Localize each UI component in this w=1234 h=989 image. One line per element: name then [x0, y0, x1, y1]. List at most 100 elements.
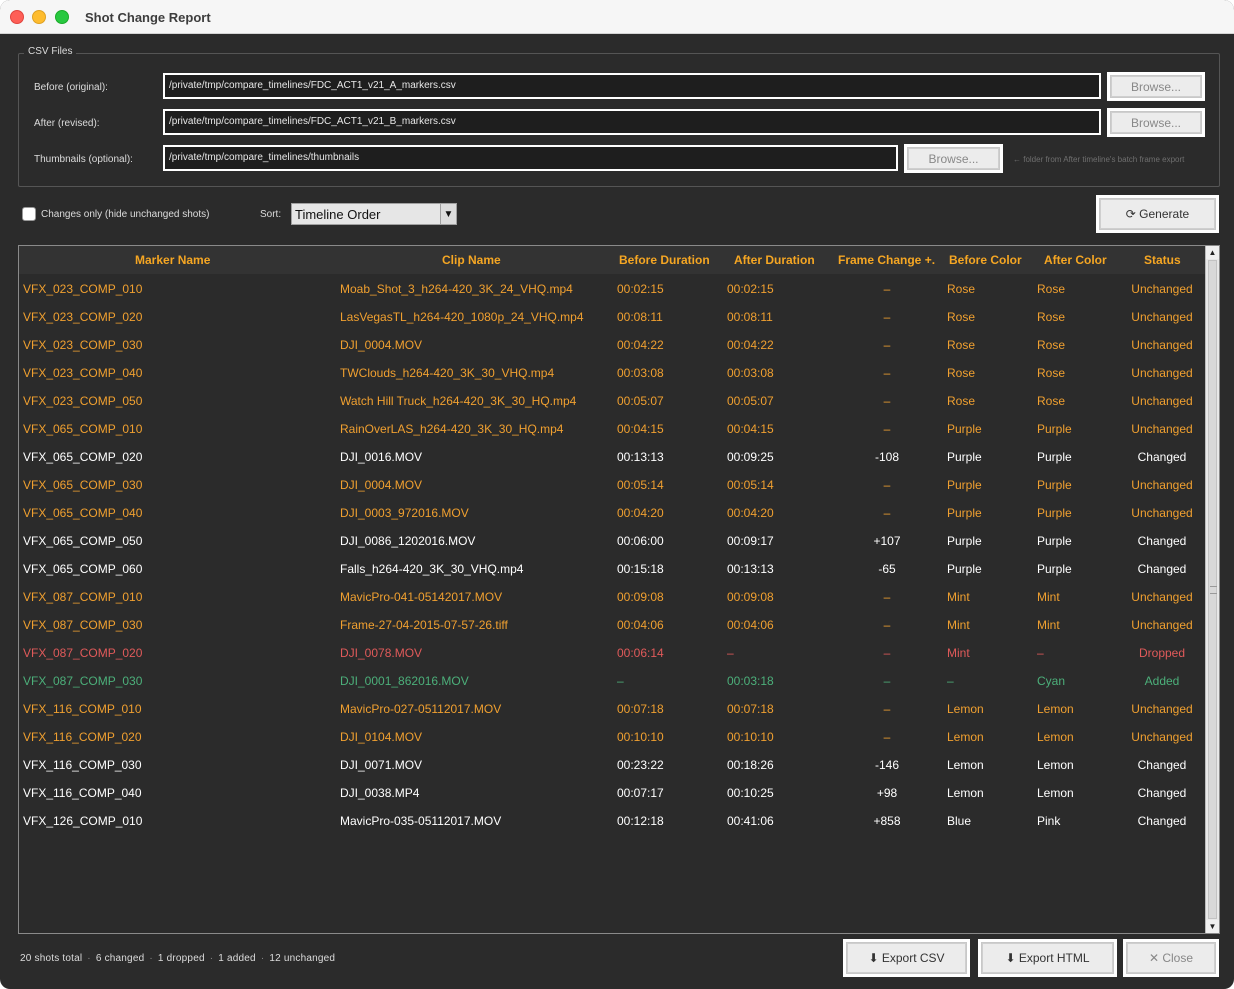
cell-status: Unchanged — [1131, 730, 1193, 744]
cell-marker-name: VFX_087_COMP_030 — [23, 618, 143, 632]
cell-before-color: Blue — [947, 814, 972, 828]
table-row[interactable]: VFX_087_COMP_020 DJI_0078.MOV 00:06:14 – – Mi… — [19, 638, 1205, 666]
window-maximize-icon[interactable] — [55, 10, 69, 24]
cell-clip-name: DJI_0003_972016.MOV — [340, 506, 469, 520]
vertical-scrollbar[interactable]: ▲ ▼ — [1205, 246, 1219, 933]
table-row[interactable]: VFX_087_COMP_010 MavicPro-041-05142017.MO… — [19, 582, 1205, 610]
thumbnails-hint: ← folder from After timeline's batch fra… — [1013, 155, 1185, 164]
header-frame-change[interactable]: Frame Change +. — [838, 253, 935, 267]
cell-marker-name: VFX_065_COMP_020 — [23, 450, 143, 464]
table-row[interactable]: VFX_116_COMP_010 MavicPro-027-05112017.MO… — [19, 694, 1205, 722]
cell-before-color: Purple — [947, 562, 982, 576]
cell-frame-change: -108 — [874, 450, 900, 464]
summary-separator: · — [260, 953, 265, 964]
cell-marker-name: VFX_065_COMP_010 — [23, 422, 143, 436]
cell-before-duration: 00:12:18 — [617, 814, 664, 828]
after-label: After (revised): — [34, 118, 100, 129]
cell-after-duration: – — [727, 646, 734, 660]
header-before-duration[interactable]: Before Duration — [619, 253, 710, 267]
generate-button[interactable]: ⟳ Generate — [1096, 195, 1219, 233]
table-row[interactable]: VFX_087_COMP_030 Frame-27-04-2015-07-57-2… — [19, 610, 1205, 638]
table-row[interactable]: VFX_023_COMP_040 TWClouds_h264-420_3K_30_… — [19, 358, 1205, 386]
cell-marker-name: VFX_023_COMP_010 — [23, 282, 143, 296]
cell-after-color: Purple — [1037, 506, 1072, 520]
scroll-down-icon[interactable]: ▼ — [1206, 920, 1219, 933]
table-row[interactable]: VFX_065_COMP_040 DJI_0003_972016.MOV 00:04… — [19, 498, 1205, 526]
header-status[interactable]: Status — [1144, 253, 1181, 267]
table-row[interactable]: VFX_065_COMP_030 DJI_0004.MOV 00:05:14 00:0… — [19, 470, 1205, 498]
sort-select[interactable]: Timeline Order ▼ — [291, 203, 457, 225]
cell-after-duration: 00:13:13 — [727, 562, 774, 576]
scroll-up-icon[interactable]: ▲ — [1206, 246, 1219, 259]
window-minimize-icon[interactable] — [32, 10, 46, 24]
cell-clip-name: DJI_0104.MOV — [340, 730, 423, 744]
cell-status: Unchanged — [1131, 590, 1193, 604]
cell-marker-name: VFX_126_COMP_010 — [23, 814, 143, 828]
scroll-grip[interactable] — [1210, 586, 1217, 594]
table-row[interactable]: VFX_126_COMP_010 MavicPro-035-05112017.MO… — [19, 806, 1205, 834]
table-row[interactable]: VFX_065_COMP_020 DJI_0016.MOV 00:13:13 00:0… — [19, 442, 1205, 470]
changes-only-checkbox[interactable] — [22, 207, 36, 221]
cell-clip-name: DJI_0078.MOV — [340, 646, 423, 660]
cell-status: Unchanged — [1131, 394, 1193, 408]
cell-status: Changed — [1137, 534, 1187, 548]
table-row[interactable]: VFX_116_COMP_040 DJI_0038.MP4 00:07:17 00:1… — [19, 778, 1205, 806]
table-row[interactable]: VFX_116_COMP_030 DJI_0071.MOV 00:23:22 00:1… — [19, 750, 1205, 778]
table-row[interactable]: VFX_023_COMP_020 LasVegasTL_h264-420_1080… — [19, 302, 1205, 330]
header-before-color[interactable]: Before Color — [949, 253, 1022, 267]
cell-status: Unchanged — [1131, 310, 1193, 324]
changes-only-label[interactable]: Changes only (hide unchanged shots) — [41, 209, 209, 220]
cell-before-duration: 00:03:08 — [617, 366, 664, 380]
cell-after-color: Lemon — [1037, 730, 1074, 744]
cell-after-color: – — [1037, 646, 1044, 660]
cell-after-duration: 00:41:06 — [727, 814, 774, 828]
cell-marker-name: VFX_023_COMP_050 — [23, 394, 143, 408]
header-after-color[interactable]: After Color — [1044, 253, 1107, 267]
cell-after-color: Pink — [1037, 814, 1061, 828]
thumbnails-path-input[interactable]: /private/tmp/compare_timelines/thumbnail… — [163, 145, 898, 171]
header-clip-name[interactable]: Clip Name — [442, 253, 501, 267]
before-browse-button[interactable]: Browse... — [1107, 72, 1205, 101]
after-browse-button[interactable]: Browse... — [1107, 108, 1205, 137]
cell-before-color: Purple — [947, 478, 982, 492]
cell-marker-name: VFX_087_COMP_030 — [23, 674, 143, 688]
export-csv-button[interactable]: ⬇ Export CSV — [843, 939, 970, 977]
close-button[interactable]: ✕ Close — [1123, 939, 1219, 977]
cell-before-duration: 00:13:13 — [617, 450, 664, 464]
cell-before-duration: 00:04:06 — [617, 618, 664, 632]
table-row[interactable]: VFX_065_COMP_050 DJI_0086_1202016.MOV 00:0… — [19, 526, 1205, 554]
cell-before-duration: 00:07:18 — [617, 702, 664, 716]
thumbnails-browse-button[interactable]: Browse... — [904, 144, 1003, 173]
table-row[interactable]: VFX_023_COMP_010 Moab_Shot_3_h264-420_3K_… — [19, 274, 1205, 302]
report-window: Shot Change Report CSV Files Before (ori… — [0, 0, 1234, 989]
cell-frame-change: – — [883, 366, 891, 380]
cell-after-color: Purple — [1037, 422, 1072, 436]
after-path-input[interactable]: /private/tmp/compare_timelines/FDC_ACT1_… — [163, 109, 1101, 135]
cell-clip-name: DJI_0038.MP4 — [340, 786, 420, 800]
cell-clip-name: RainOverLAS_h264-420_3K_30_HQ.mp4 — [340, 422, 564, 436]
cell-status: Unchanged — [1131, 282, 1193, 296]
table-row[interactable]: VFX_065_COMP_060 Falls_h264-420_3K_30_VHQ… — [19, 554, 1205, 582]
cell-after-color: Mint — [1037, 590, 1060, 604]
header-after-duration[interactable]: After Duration — [734, 253, 815, 267]
cell-clip-name: MavicPro-041-05142017.MOV — [340, 590, 503, 604]
before-path-input[interactable]: /private/tmp/compare_timelines/FDC_ACT1_… — [163, 73, 1101, 99]
table-row[interactable]: VFX_023_COMP_030 DJI_0004.MOV 00:04:22 00:0… — [19, 330, 1205, 358]
cell-frame-change: – — [883, 422, 891, 436]
cell-before-color: Rose — [947, 310, 976, 324]
scroll-track[interactable] — [1208, 260, 1217, 919]
window-close-icon[interactable] — [10, 10, 24, 24]
cell-clip-name: MavicPro-035-05112017.MOV — [340, 814, 502, 828]
table-row[interactable]: VFX_087_COMP_030 DJI_0001_862016.MOV – 00:0… — [19, 666, 1205, 694]
cell-frame-change: +98 — [876, 786, 898, 800]
cell-after-color: Rose — [1037, 338, 1066, 352]
table-row[interactable]: VFX_023_COMP_050 Watch Hill Truck_h264-42… — [19, 386, 1205, 414]
table-row[interactable]: VFX_065_COMP_010 RainOverLAS_h264-420_3K_… — [19, 414, 1205, 442]
summary-item: 12 unchanged — [269, 953, 336, 964]
header-marker-name[interactable]: Marker Name — [135, 253, 210, 267]
cell-after-duration: 00:09:17 — [727, 534, 774, 548]
table-header: Marker Name Clip Name Before Duration Af… — [19, 246, 1205, 274]
export-html-button[interactable]: ⬇ Export HTML — [978, 939, 1117, 977]
cell-clip-name: DJI_0071.MOV — [340, 758, 423, 772]
table-row[interactable]: VFX_116_COMP_020 DJI_0104.MOV 00:10:10 00:1… — [19, 722, 1205, 750]
